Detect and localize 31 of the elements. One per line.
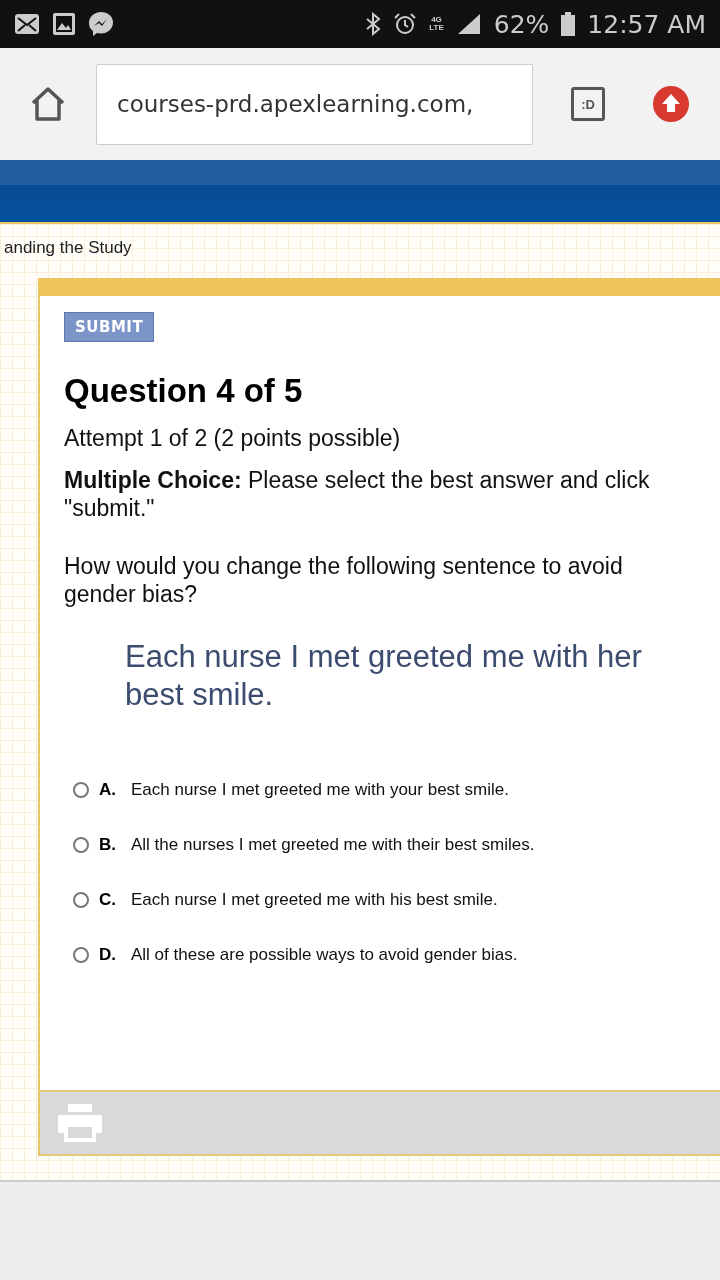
address-bar[interactable]: courses-prd.apexlearning.com,	[96, 63, 533, 145]
question-title: Question 4 of 5	[64, 372, 304, 410]
alarm-clock-icon	[393, 12, 418, 36]
instructions: Multiple Choice: Please select the best answer and click "submit."	[64, 466, 651, 522]
radio-button[interactable]	[73, 947, 89, 963]
radio-button[interactable]	[73, 892, 89, 908]
option-letter: C.	[99, 890, 117, 910]
bluetooth-icon	[365, 12, 382, 36]
answer-option[interactable]: Each nurse I met greeted me with your best smile.	[131, 780, 509, 800]
home-icon[interactable]	[30, 86, 66, 122]
quoted-sentence: Each nurse I met greeted me with her best smile.	[125, 638, 643, 714]
battery-icon	[561, 12, 576, 36]
breadcrumb[interactable]: anding the Study	[4, 238, 720, 278]
radio-button[interactable]	[73, 782, 89, 798]
chat-bubble-icon	[88, 11, 114, 37]
image-icon	[52, 12, 76, 36]
upload-icon[interactable]	[653, 86, 689, 122]
answer-option[interactable]: Each nurse I met greeted me with his best smile.	[131, 890, 498, 910]
question-prompt: How would you change the following sentence to avoid gender bias?	[64, 552, 624, 608]
answer-option[interactable]: All the nurses I met greeted me with their best smiles.	[131, 835, 535, 855]
answer-option[interactable]: All of these are possible ways to avoid gender bias.	[131, 945, 518, 965]
option-letter: A.	[99, 780, 117, 800]
network-type-label: 4G LTE	[429, 16, 444, 32]
option-letter: B.	[99, 835, 117, 855]
radio-button[interactable]	[73, 837, 89, 853]
battery-percentage: 62%	[493, 9, 550, 39]
attempt-info: Attempt 1 of 2 (2 points possible)	[64, 424, 402, 452]
clock-time: 12:57 AM	[587, 9, 706, 39]
option-letter: D.	[99, 945, 117, 965]
mail-icon	[14, 13, 40, 35]
tab-switcher-button[interactable]: :D	[571, 87, 605, 121]
